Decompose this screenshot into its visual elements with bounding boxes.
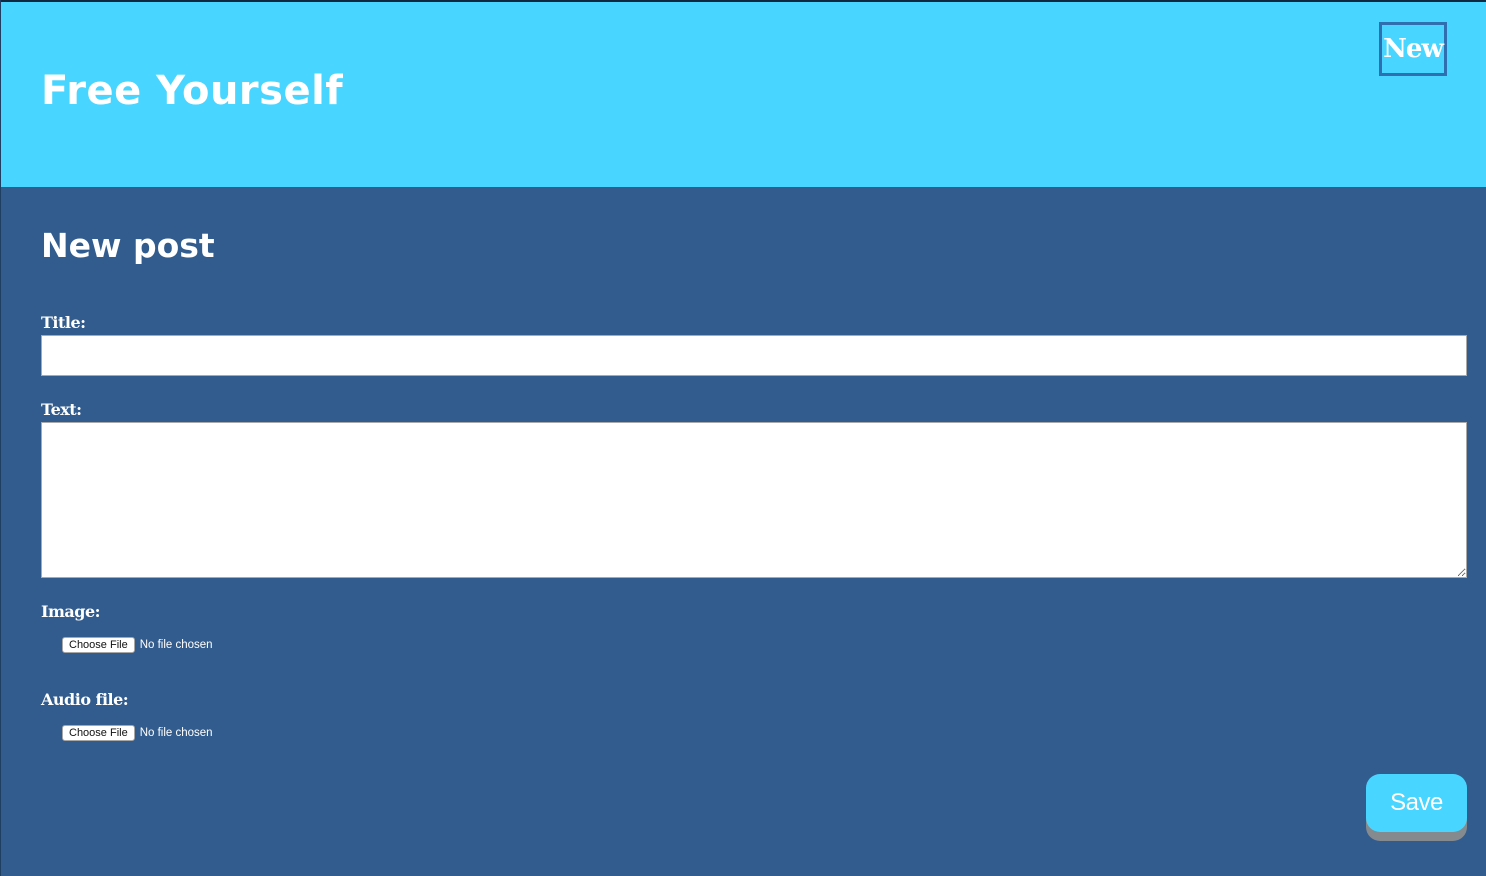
site-title[interactable]: Free Yourself: [41, 66, 343, 116]
new-post-link[interactable]: New: [1379, 22, 1447, 76]
audio-file-status: No file chosen: [139, 727, 213, 739]
title-label: Title:: [41, 313, 86, 332]
image-file-status: No file chosen: [139, 639, 213, 651]
text-input[interactable]: [41, 422, 1467, 578]
audio-file-picker: Choose File No file chosen: [62, 724, 213, 742]
title-input[interactable]: [41, 335, 1467, 376]
save-button[interactable]: Save: [1366, 774, 1467, 832]
audio-label: Audio file:: [41, 690, 129, 709]
image-label: Image:: [41, 602, 101, 621]
image-choose-file-button[interactable]: Choose File: [62, 637, 135, 653]
image-file-picker: Choose File No file chosen: [62, 636, 213, 654]
audio-choose-file-button[interactable]: Choose File: [62, 725, 135, 741]
page-title: New post: [41, 226, 215, 265]
text-label: Text:: [41, 400, 82, 419]
